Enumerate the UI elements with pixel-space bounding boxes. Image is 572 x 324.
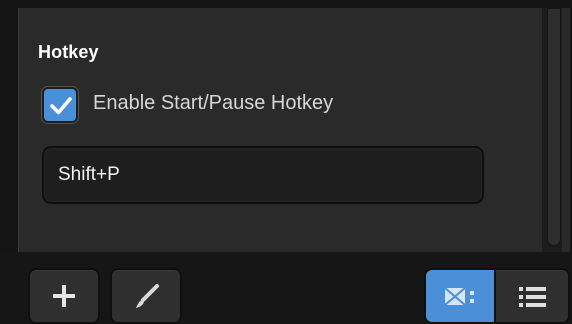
settings-window: Hotkey Enable Start/Pause Hotkey Shift+P [0,0,572,324]
scrollbar-thumb[interactable] [547,8,561,246]
paint-button[interactable] [110,268,182,324]
list-view-button[interactable] [494,268,570,324]
settings-panel [18,8,570,252]
enable-hotkey-checkbox[interactable] [42,87,78,123]
tile-view-icon [444,287,474,306]
plus-icon [53,285,75,307]
add-button[interactable] [28,268,100,324]
brush-icon [136,284,159,308]
list-view-icon [519,287,546,307]
hotkey-input[interactable]: Shift+P [42,146,484,204]
grid-view-button[interactable] [424,268,496,324]
enable-hotkey-label[interactable]: Enable Start/Pause Hotkey [93,92,333,115]
hotkey-section-title: Hotkey [38,42,99,62]
checkmark-icon [50,97,72,115]
